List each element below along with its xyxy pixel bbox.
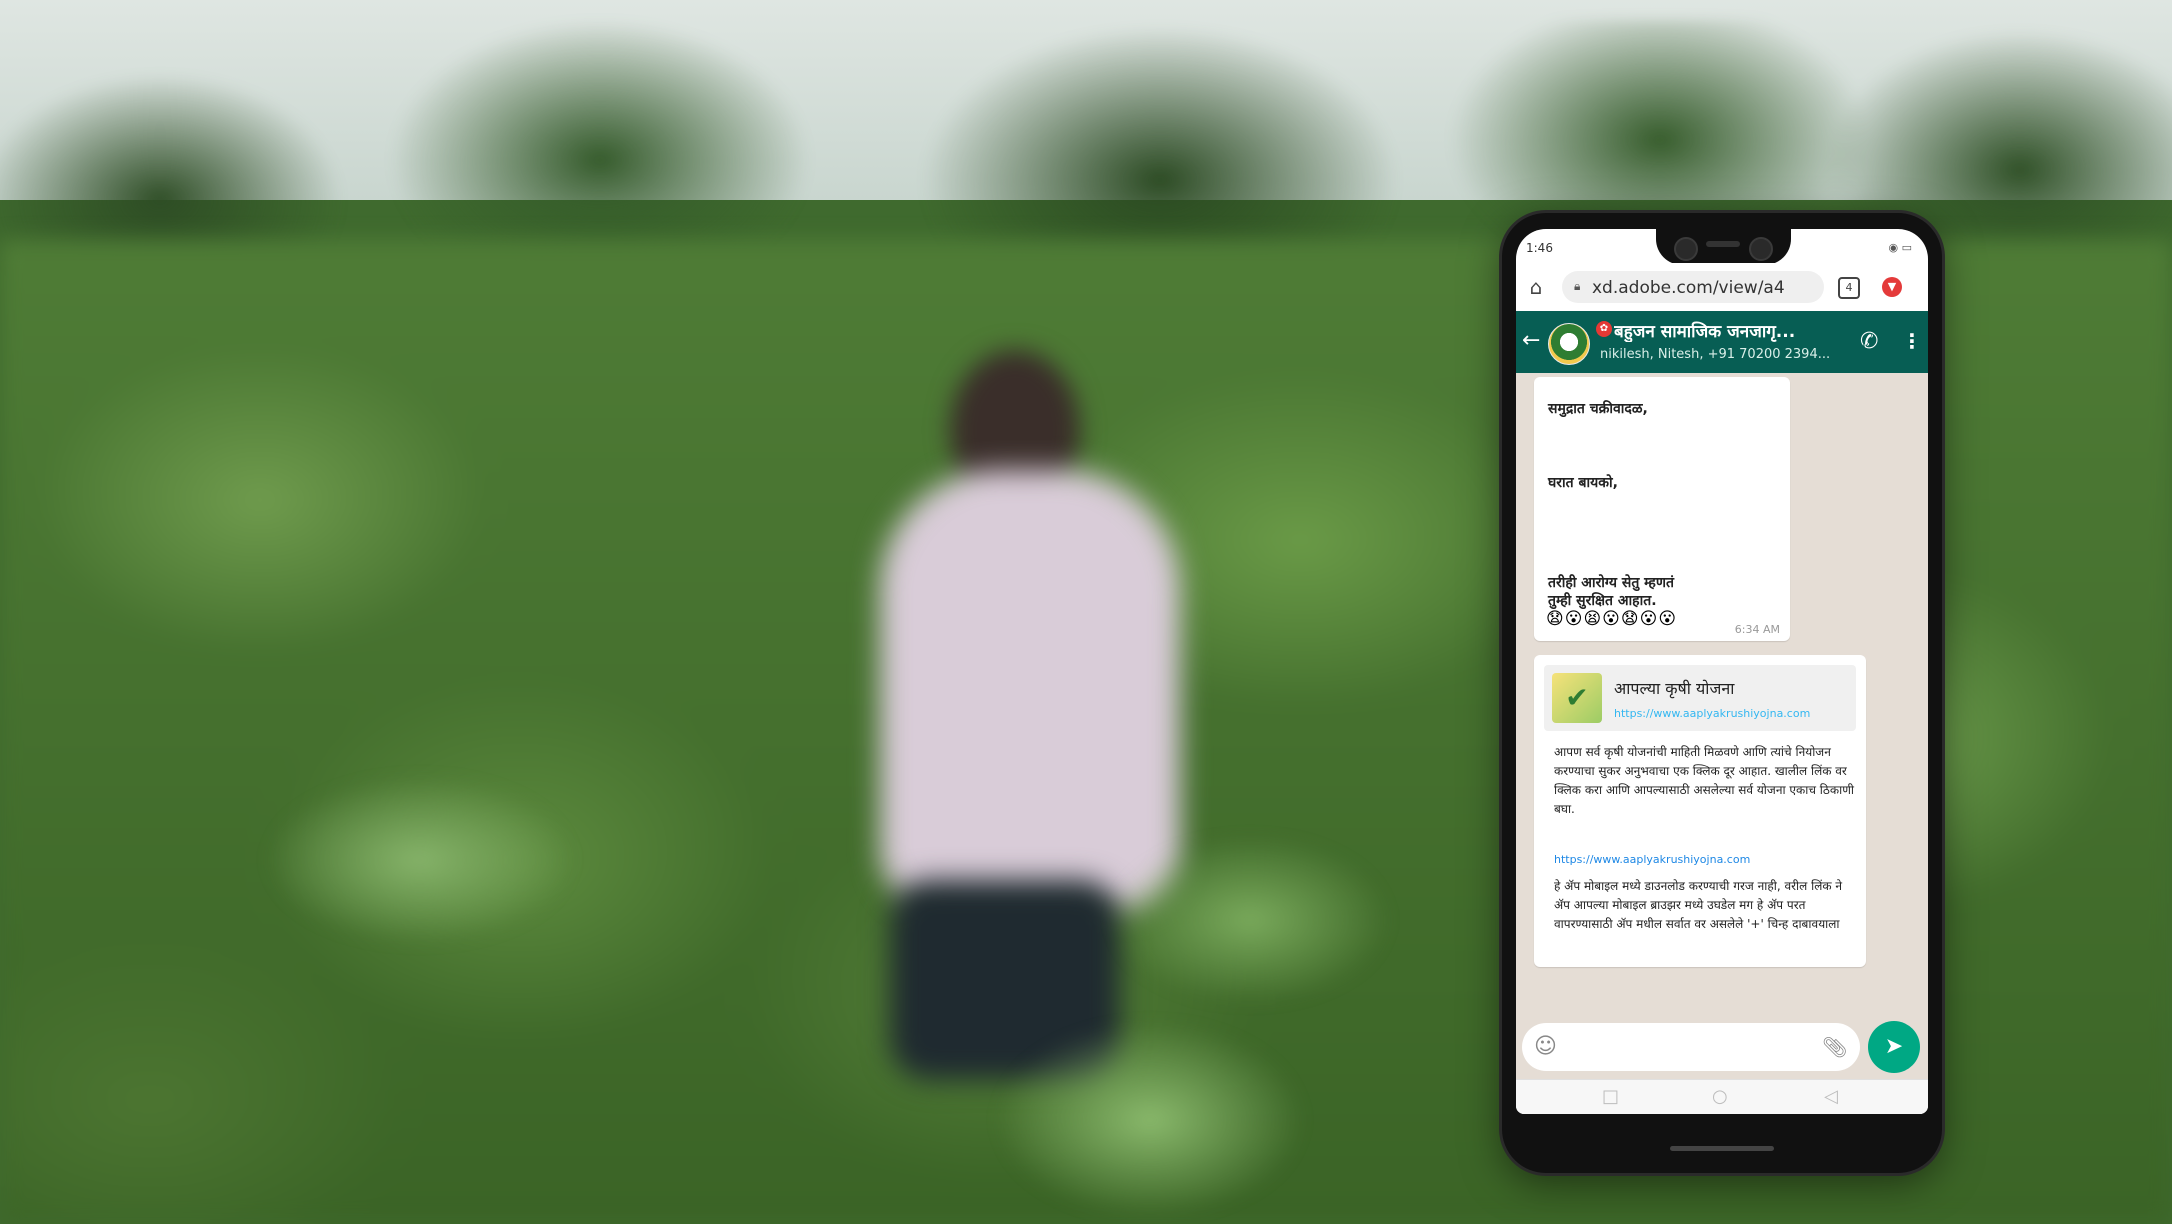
phone-chin-bar (1670, 1146, 1774, 1151)
chat-header: ← ✿ बहुजन सामाजिक जनजागृ... nikilesh, Ni… (1516, 311, 1928, 373)
emoji-row: 😧😮😫😮😧😮😮 (1546, 609, 1678, 629)
phone-screen: 1:46 ◉ ▭ ⌂ 🔒︎ xd.adobe.com/view/a4 4 ▼ ←… (1516, 229, 1928, 1114)
group-avatar[interactable] (1548, 323, 1590, 365)
paperclip-icon[interactable]: 📎︎ (1822, 1035, 1847, 1059)
message-line: घरात बायको, (1548, 475, 1618, 491)
group-members: nikilesh, Nitesh, +91 70200 2394... (1600, 347, 1831, 362)
group-title[interactable]: बहुजन सामाजिक जनजागृ... (1614, 319, 1844, 342)
preview-thumbnail: ✔ (1552, 673, 1602, 723)
message-composer: ☺ 📎︎ ➤ (1516, 1019, 1928, 1079)
rose-emoji-icon: ✿ (1596, 321, 1612, 337)
brave-shield-icon[interactable]: ▼ (1882, 277, 1902, 297)
lock-icon: 🔒︎ (1574, 279, 1581, 293)
tabs-icon[interactable]: 4 (1838, 277, 1860, 299)
status-time: 1:46 (1526, 241, 1553, 255)
link-preview[interactable]: ✔ आपल्या कृषी योजना https://www.aaplyakr… (1544, 665, 1856, 731)
address-bar[interactable]: 🔒︎ xd.adobe.com/view/a4 (1562, 271, 1824, 303)
back-arrow-icon[interactable]: ← (1522, 329, 1540, 353)
chat-messages[interactable]: समुद्रात चक्रीवादळ, घरात बायको, तरीही आर… (1516, 373, 1928, 1019)
battery-icon: ◉ ▭ (1888, 241, 1913, 254)
recents-icon[interactable]: □ (1602, 1086, 1619, 1108)
front-camera (1674, 237, 1698, 261)
preview-link[interactable]: https://www.aaplyakrushiyojna.com (1614, 707, 1810, 720)
phone-mockup: 1:46 ◉ ▭ ⌂ 🔒︎ xd.adobe.com/view/a4 4 ▼ ←… (1502, 213, 1942, 1173)
message-line: तरीही आरोग्य सेतु म्हणतं (1548, 575, 1674, 591)
message-line: समुद्रात चक्रीवादळ, (1548, 401, 1648, 417)
message-input[interactable]: ☺ 📎︎ (1522, 1023, 1860, 1071)
front-camera-2 (1749, 237, 1773, 261)
home-nav-icon[interactable]: ○ (1712, 1086, 1728, 1108)
back-nav-icon[interactable]: ◁ (1824, 1086, 1838, 1108)
android-nav-bar: □ ○ ◁ (1516, 1079, 1928, 1114)
camera-notch (1656, 229, 1791, 265)
emoji-icon[interactable]: ☺ (1534, 1035, 1557, 1059)
browser-toolbar: ⌂ 🔒︎ xd.adobe.com/view/a4 4 ▼ (1516, 263, 1928, 312)
preview-title: आपल्या कृषी योजना (1614, 679, 1735, 698)
message-text: हे ॲप मोबाइल मध्ये डाउनलोड करण्याची गरज … (1554, 879, 1843, 931)
more-vert-icon[interactable]: ⋮ (1902, 329, 1922, 353)
earpiece (1706, 241, 1740, 247)
message-line: तुम्ही सुरक्षित आहात. (1548, 593, 1657, 609)
message-bubble[interactable]: समुद्रात चक्रीवादळ, घरात बायको, तरीही आर… (1534, 377, 1790, 641)
add-call-icon[interactable]: ✆ (1860, 329, 1878, 354)
link-message-bubble[interactable]: ✔ आपल्या कृषी योजना https://www.aaplyakr… (1534, 655, 1866, 967)
home-icon[interactable]: ⌂ (1524, 275, 1548, 299)
message-time: 6:34 AM (1734, 623, 1780, 636)
url-text: xd.adobe.com/view/a4 (1592, 278, 1785, 298)
send-button[interactable]: ➤ (1868, 1021, 1920, 1073)
message-link[interactable]: https://www.aaplyakrushiyojna.com (1554, 853, 1750, 866)
message-text: आपण सर्व कृषी योजनांची माहिती मिळवणे आणि… (1554, 745, 1854, 816)
